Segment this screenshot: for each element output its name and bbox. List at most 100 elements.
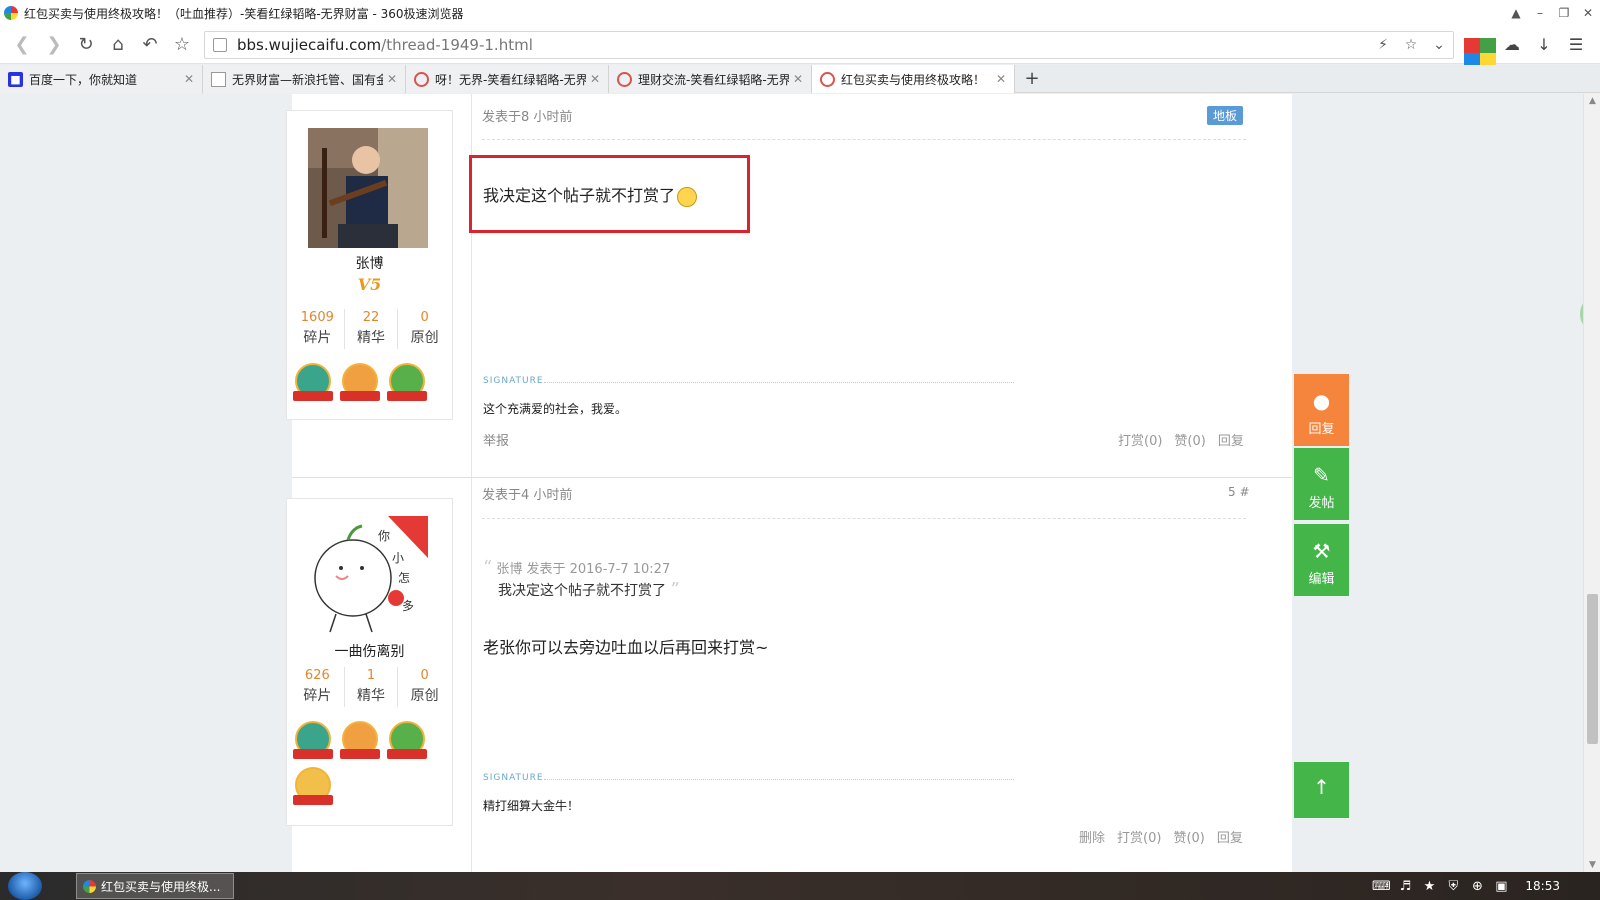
stat-value: 22: [362, 310, 380, 325]
stat-original[interactable]: 0 原创: [398, 309, 451, 349]
author-card: 你 小 怎 多 一曲伤离别 626 碎片 1 精华 0 原创: [286, 498, 453, 826]
address-bar[interactable]: bbs.wujiecaifu.com/thread-1949-1.html ⚡ …: [204, 31, 1454, 59]
tab-close-icon[interactable]: ✕: [387, 72, 397, 86]
medal-list: [293, 721, 453, 813]
system-clock[interactable]: 18:53: [1525, 879, 1560, 893]
signature-divider: [544, 382, 1014, 383]
reply-link[interactable]: 回复: [1217, 827, 1243, 846]
taskbar-item-browser[interactable]: 红包买卖与使用终极...: [76, 873, 234, 899]
signature-divider: [544, 779, 1014, 780]
tip-button[interactable]: 打赏(0): [1117, 827, 1161, 846]
chevron-down-icon[interactable]: ⌄: [1425, 37, 1453, 53]
reply-link[interactable]: 回复: [1218, 430, 1244, 449]
reload-button[interactable]: ↻: [70, 30, 102, 60]
floating-reply-button[interactable]: ● 回复: [1294, 374, 1349, 446]
stat-essence[interactable]: 22 精华: [345, 309, 399, 349]
medal-icon[interactable]: [293, 721, 333, 763]
stat-label: 精华: [357, 330, 385, 346]
medal-icon[interactable]: [293, 767, 333, 809]
stat-essence[interactable]: 1 精华: [345, 667, 399, 707]
window-title: 红包买卖与使用终极攻略！（吐血推荐）-笑看红绿韬略-无界财富 - 360极速浏览…: [24, 6, 464, 21]
tab-wujie-home[interactable]: 无界财富—新浪托管、国有金 ✕: [203, 65, 406, 93]
home-button[interactable]: ⌂: [102, 30, 134, 60]
minimize-button[interactable]: –: [1528, 0, 1552, 26]
avatar[interactable]: [308, 128, 428, 248]
plus-icon[interactable]: ⊕: [1465, 879, 1489, 894]
stat-value: 0: [420, 668, 429, 683]
new-tab-button[interactable]: +: [1015, 65, 1049, 92]
medal-icon[interactable]: [387, 363, 427, 405]
stat-fragments[interactable]: 1609 碎片: [291, 309, 345, 349]
security-icon[interactable]: ⛨: [1441, 879, 1465, 894]
stat-original[interactable]: 0 原创: [398, 667, 451, 707]
medal-icon[interactable]: [340, 363, 380, 405]
button-label: 回复: [1308, 422, 1335, 437]
undo-close-button[interactable]: ↶: [134, 30, 166, 60]
floating-edit-button[interactable]: ⚒ 编辑: [1294, 524, 1349, 596]
taskbar-item-label: 红包买卖与使用终极...: [101, 879, 221, 894]
tab-baidu[interactable]: ■ 百度一下，你就知道 ✕: [0, 65, 203, 93]
delete-link[interactable]: 删除: [1079, 827, 1105, 846]
window-controls: ▲ – ❐ ✕: [1504, 0, 1600, 26]
report-link[interactable]: 举报: [483, 430, 509, 449]
scroll-up-icon[interactable]: ▲: [1584, 96, 1600, 106]
page-scrollbar[interactable]: ▲ ▼: [1583, 94, 1600, 872]
tab-close-icon[interactable]: ✕: [996, 72, 1006, 86]
maximize-button[interactable]: ❐: [1552, 0, 1576, 26]
like-button[interactable]: 赞(0): [1174, 430, 1205, 449]
site-icon: [617, 71, 632, 87]
tip-button[interactable]: 打赏(0): [1118, 430, 1162, 449]
button-label: 发帖: [1308, 496, 1335, 511]
tray-app-icon[interactable]: ★: [1417, 879, 1441, 894]
tab-thread-1[interactable]: 呀！无界-笑看红绿韬略-无界 ✕: [406, 65, 609, 93]
tab-close-icon[interactable]: ✕: [590, 72, 600, 86]
site-icon: [820, 71, 835, 87]
floor-number[interactable]: 5 #: [1228, 485, 1250, 499]
medal-icon[interactable]: [340, 721, 380, 763]
scrollbar-thumb[interactable]: [1587, 594, 1598, 744]
baidu-icon: ■: [8, 71, 23, 87]
lightning-icon[interactable]: ⚡: [1369, 37, 1397, 53]
favorite-button[interactable]: ☆: [166, 30, 198, 60]
author-name[interactable]: 一曲伤离别: [287, 641, 452, 661]
start-button[interactable]: [8, 872, 42, 900]
close-button[interactable]: ✕: [1576, 0, 1600, 26]
stat-value: 1: [366, 668, 376, 683]
download-icon[interactable]: ↓: [1528, 30, 1560, 60]
medal-icon[interactable]: [387, 721, 427, 763]
volume-icon[interactable]: ♬: [1393, 879, 1417, 894]
back-button[interactable]: ❮: [6, 30, 38, 60]
url-text[interactable]: bbs.wujiecaifu.com/thread-1949-1.html: [237, 36, 533, 54]
signature-label: SIGNATURE: [483, 376, 544, 386]
signature-text: 精打细算大金牛！: [483, 799, 580, 813]
apps-icon[interactable]: [1464, 30, 1496, 68]
tab-label: 无界财富—新浪托管、国有金: [232, 72, 383, 87]
floating-new-post-button[interactable]: ✎ 发帖: [1294, 448, 1349, 520]
stat-fragments[interactable]: 626 碎片: [291, 667, 345, 707]
forward-button[interactable]: ❯: [38, 30, 70, 60]
author-name[interactable]: 张博: [287, 253, 452, 273]
medal-icon[interactable]: [293, 363, 333, 405]
back-to-top-button[interactable]: ↑: [1294, 762, 1349, 818]
tab-label: 百度一下，你就知道: [29, 72, 138, 87]
arrow-up-icon: ↑: [1313, 775, 1330, 799]
like-button[interactable]: 赞(0): [1173, 827, 1204, 846]
signature-text: 这个充满爱的社会，我爱。: [483, 402, 628, 416]
floor-tag[interactable]: 地板: [1207, 106, 1244, 125]
bookmark-star-icon[interactable]: ☆: [1397, 37, 1425, 53]
scroll-down-icon[interactable]: ▼: [1584, 860, 1600, 870]
post-divider: [292, 477, 1292, 478]
keyboard-icon[interactable]: ⌨: [1369, 879, 1393, 894]
network-icon[interactable]: ▣: [1489, 879, 1513, 894]
menu-icon[interactable]: ☰: [1560, 30, 1592, 60]
tab-finance[interactable]: 理财交流-笑看红绿韬略-无界 ✕: [609, 65, 812, 93]
navigation-bar: ❮ ❯ ↻ ⌂ ↶ ☆ bbs.wujiecaifu.com/thread-19…: [0, 26, 1600, 68]
avatar[interactable]: 你 小 怎 多: [308, 516, 428, 636]
shirt-icon[interactable]: ▲: [1504, 0, 1528, 26]
post-timestamp: 发表于8 小时前: [482, 110, 573, 125]
tab-close-icon[interactable]: ✕: [793, 72, 803, 86]
post-actions: 删除 打赏(0) 赞(0) 回复: [1079, 827, 1243, 846]
tab-active-thread[interactable]: 红包买卖与使用终极攻略！（ ✕: [812, 65, 1015, 93]
tab-close-icon[interactable]: ✕: [184, 72, 194, 86]
cloud-icon[interactable]: ☁: [1496, 30, 1528, 60]
